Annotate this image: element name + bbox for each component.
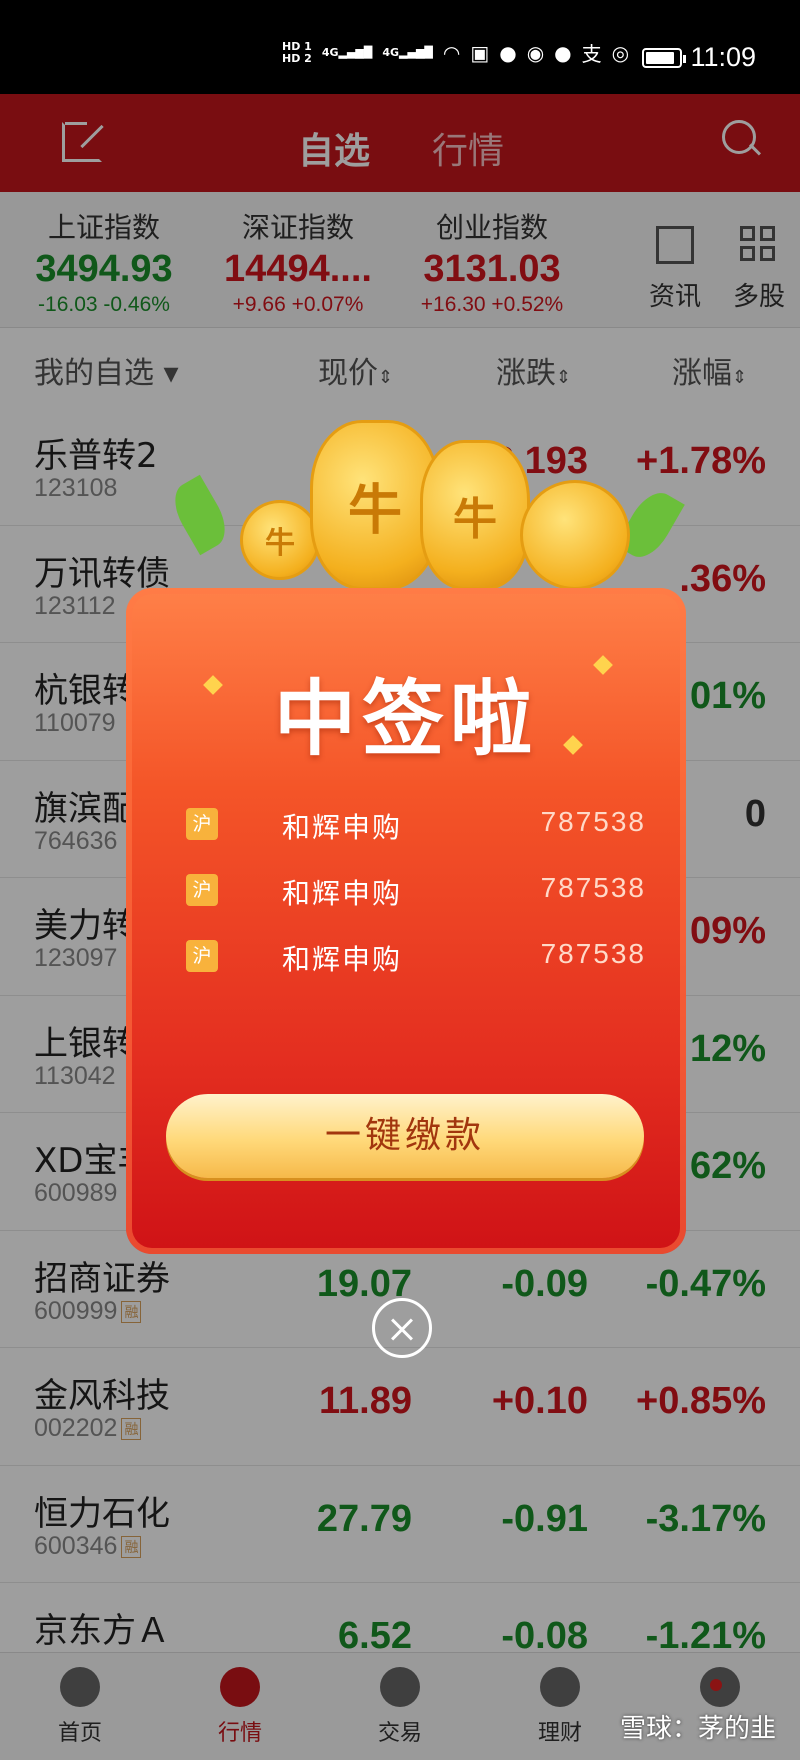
- coin-icon: 牛: [420, 440, 530, 590]
- lot-code: 787538: [540, 938, 646, 969]
- wechat-icon-2: ●: [554, 40, 572, 65]
- lot-name: 和辉申购: [282, 811, 403, 844]
- coins-illustration: 牛 牛 牛: [160, 330, 700, 610]
- status-icons: HD 1 HD 2 4G▂▄▆█ 4G▂▄▆█ ◠ ▣ ● ◉ ● 支 ◎: [282, 38, 629, 67]
- dialog-title: 中签啦: [273, 672, 538, 767]
- alipay-icon: 支: [581, 42, 602, 66]
- lot-item: 沪 和辉申购 787538: [186, 806, 646, 846]
- signal-icon-2: 4G▂▄▆█: [382, 46, 433, 59]
- coin-icon: [520, 480, 630, 590]
- watermark: 雪球：茅的韭: [619, 1714, 776, 1744]
- lot-item: 沪 和辉申购 787538: [186, 872, 646, 912]
- battery-icon: [642, 48, 686, 68]
- broker-app-icon: ▣: [470, 40, 490, 65]
- lot-code: 787538: [540, 872, 646, 903]
- eye-icon: ◎: [611, 40, 630, 65]
- market-badge: 沪: [186, 808, 218, 840]
- status-bar: HD 1 HD 2 4G▂▄▆█ 4G▂▄▆█ ◠ ▣ ● ◉ ● 支 ◎ 11…: [0, 0, 800, 94]
- hd-indicator: HD 1 HD 2: [282, 39, 312, 65]
- lot-item: 沪 和辉申购 787538: [186, 938, 646, 978]
- signal2-label: 4G: [382, 46, 400, 59]
- market-badge: 沪: [186, 940, 218, 972]
- wechat-icon: ●: [499, 40, 517, 65]
- lot-code: 787538: [540, 806, 646, 837]
- coin-icon: 牛: [240, 500, 320, 580]
- lottery-win-dialog: 中签啦 沪 和辉申购 787538 沪 和辉申购 787538 沪 和辉申购 7…: [126, 588, 686, 1254]
- lot-name: 和辉申购: [282, 877, 403, 910]
- market-badge: 沪: [186, 874, 218, 906]
- clock: 11:09: [690, 42, 756, 72]
- one-click-pay-button[interactable]: 一键缴款: [166, 1094, 644, 1178]
- hd1-label: HD 1: [282, 39, 312, 53]
- signal-icon: 4G▂▄▆█: [321, 46, 373, 59]
- signal1-label: 4G: [321, 46, 339, 59]
- close-icon[interactable]: [372, 1298, 432, 1358]
- soundwave-icon: ◉: [526, 40, 545, 65]
- leaf-icon: [165, 474, 235, 556]
- hd2-label: HD 2: [282, 51, 312, 65]
- lot-name: 和辉申购: [282, 943, 403, 976]
- wifi-icon: ◠: [442, 40, 461, 65]
